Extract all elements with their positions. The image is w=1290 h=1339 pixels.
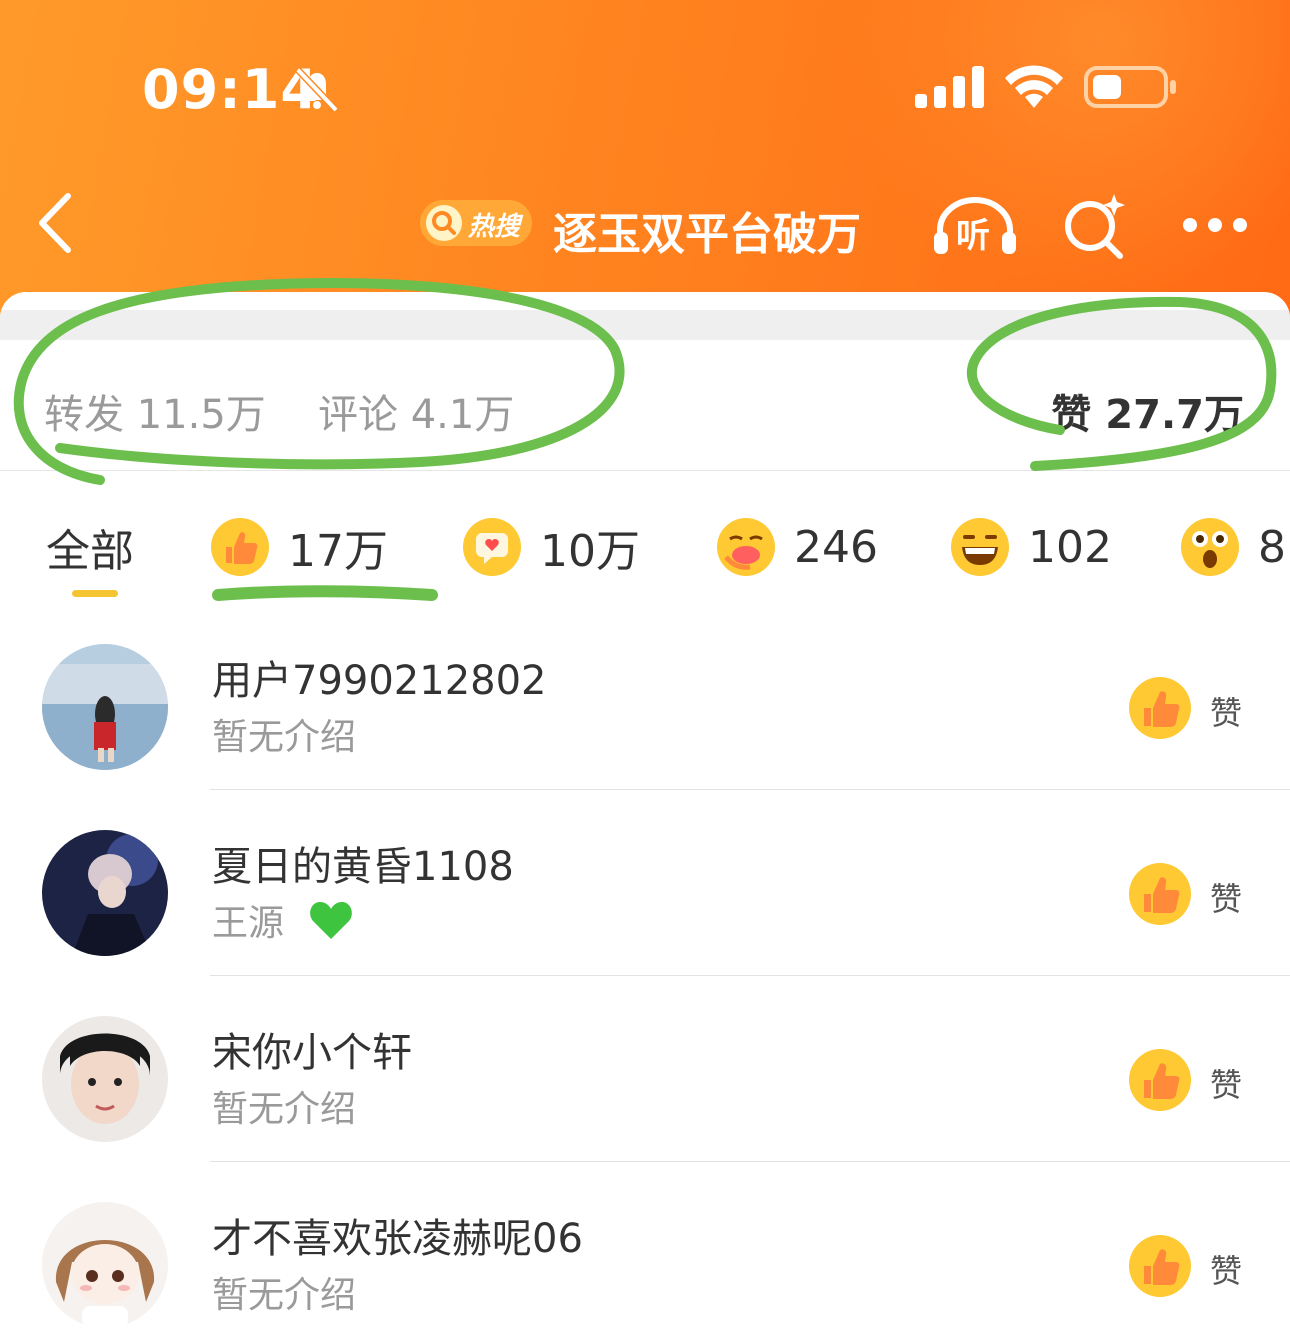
like-count[interactable]: 赞 27.7万 [1051,382,1244,440]
tab-surprised-count: 8 [1258,521,1286,573]
separator-strip [0,310,1290,340]
tab-grin-count: 102 [1028,521,1112,573]
tab-thumbs-up[interactable]: 17万 [210,512,388,582]
thumbs-up-icon [1129,1049,1191,1111]
user-name[interactable]: 宋你小个轩 [212,1020,412,1078]
tab-thumbs-up-count: 17万 [288,526,388,577]
user-name[interactable]: 夏日的黄昏1108 [212,834,514,892]
user-description: 王源 [212,894,354,946]
like-label[interactable]: 赞 [1210,1060,1242,1106]
blush-emoji-icon [717,518,775,576]
green-heart-icon [310,902,352,939]
thumbs-up-icon [1129,677,1191,739]
repost-count[interactable]: 转发 11.5万 [44,382,266,440]
listen-label: 听 [956,216,990,256]
tab-surprised[interactable]: 8 [1180,512,1286,582]
stats-bar: 转发 11.5万 评论 4.1万 赞 27.7万 [0,340,1290,471]
avatar[interactable] [42,1202,168,1328]
list-item[interactable]: 宋你小个轩 暂无介绍 赞 [0,976,1290,1162]
user-name[interactable]: 用户7990212802 [212,648,547,706]
active-tab-indicator [72,590,118,597]
reaction-tabs: 全部 17万 10万 246 102 8 [0,472,1290,602]
page-title: 逐玉双平台破万 [553,209,861,260]
tab-heart-bubble-count: 10万 [540,526,640,577]
hot-search-badge[interactable]: 热搜 [420,200,532,246]
wifi-icon [1005,65,1063,108]
surprised-emoji-icon [1181,518,1239,576]
heart-bubble-emoji-icon [463,518,521,576]
tab-heart-bubble[interactable]: 10万 [462,512,640,582]
thumbs-up-emoji-icon [211,518,269,576]
grin-emoji-icon [951,518,1009,576]
comment-count[interactable]: 评论 4.1万 [318,382,514,440]
tab-grin[interactable]: 102 [950,512,1112,582]
user-description: 暂无介绍 [212,717,357,758]
avatar[interactable] [42,830,168,956]
avatar[interactable] [42,1016,168,1142]
back-chevron-icon[interactable] [34,190,84,256]
tab-blush-count: 246 [794,521,878,573]
content-card: 转发 11.5万 评论 4.1万 赞 27.7万 全部 17万 10万 246 … [0,292,1290,1339]
more-options-icon[interactable] [1180,215,1250,235]
like-label[interactable]: 赞 [1210,874,1242,920]
avatar[interactable] [42,644,168,770]
user-name[interactable]: 才不喜欢张凌赫呢06 [212,1206,583,1264]
list-item[interactable]: 夏日的黄昏1108 王源 赞 [0,790,1290,976]
search-sparkle-icon[interactable] [1060,190,1130,260]
listen-button[interactable]: 听 [932,196,1018,256]
header-bar: 09:14 热搜 逐玉双平台破万 听 [0,0,1290,330]
list-item[interactable]: 才不喜欢张凌赫呢06 暂无介绍 赞 [0,1162,1290,1339]
tab-all-label: 全部 [46,526,134,577]
user-description: 暂无介绍 [212,1275,357,1316]
hot-search-label: 热搜 [468,212,521,242]
thumbs-up-icon [1129,1235,1191,1297]
battery-icon [1084,66,1176,108]
list-item[interactable]: 用户7990212802 暂无介绍 赞 [0,604,1290,790]
cellular-signal-icon [915,66,984,108]
hot-search-icon [426,205,462,241]
like-label[interactable]: 赞 [1210,688,1242,734]
user-description: 暂无介绍 [212,1089,357,1130]
tab-blush[interactable]: 246 [716,512,878,582]
tab-all[interactable]: 全部 [46,512,134,582]
like-label[interactable]: 赞 [1210,1246,1242,1292]
bell-muted-icon [295,67,339,112]
thumbs-up-icon [1129,863,1191,925]
